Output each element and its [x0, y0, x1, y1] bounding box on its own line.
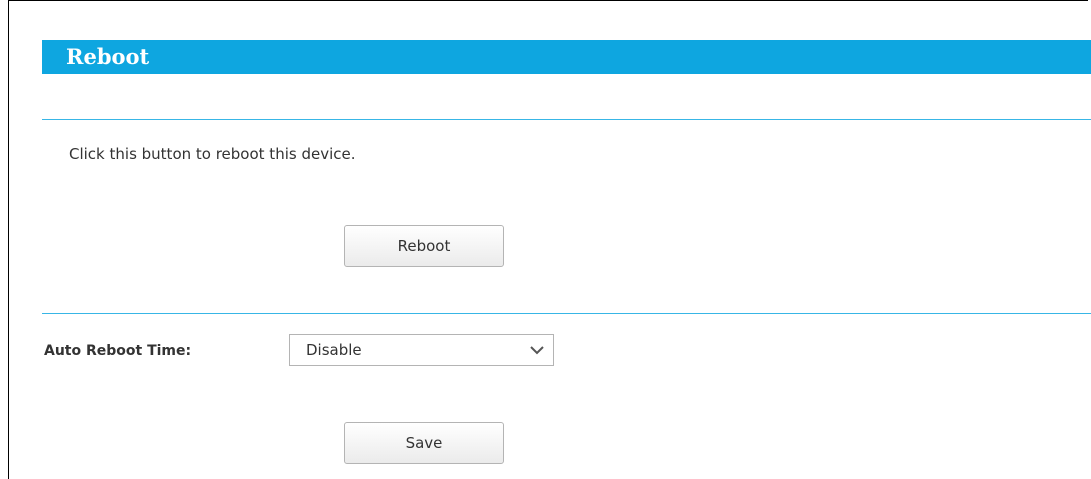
- reboot-button-label: Reboot: [397, 237, 451, 255]
- auto-reboot-time-value: Disable: [306, 341, 362, 359]
- reboot-button[interactable]: Reboot: [344, 225, 504, 267]
- auto-reboot-time-label: Auto Reboot Time:: [44, 343, 192, 359]
- divider: [42, 313, 1091, 314]
- divider: [42, 119, 1091, 120]
- save-button-label: Save: [405, 434, 443, 452]
- auto-reboot-time-select[interactable]: Disable: [289, 334, 554, 366]
- save-button[interactable]: Save: [344, 422, 504, 464]
- reboot-description: Click this button to reboot this device.: [69, 145, 356, 163]
- section-header: Reboot: [42, 40, 1091, 74]
- chevron-down-icon: [530, 346, 544, 355]
- page-title: Reboot: [66, 44, 150, 69]
